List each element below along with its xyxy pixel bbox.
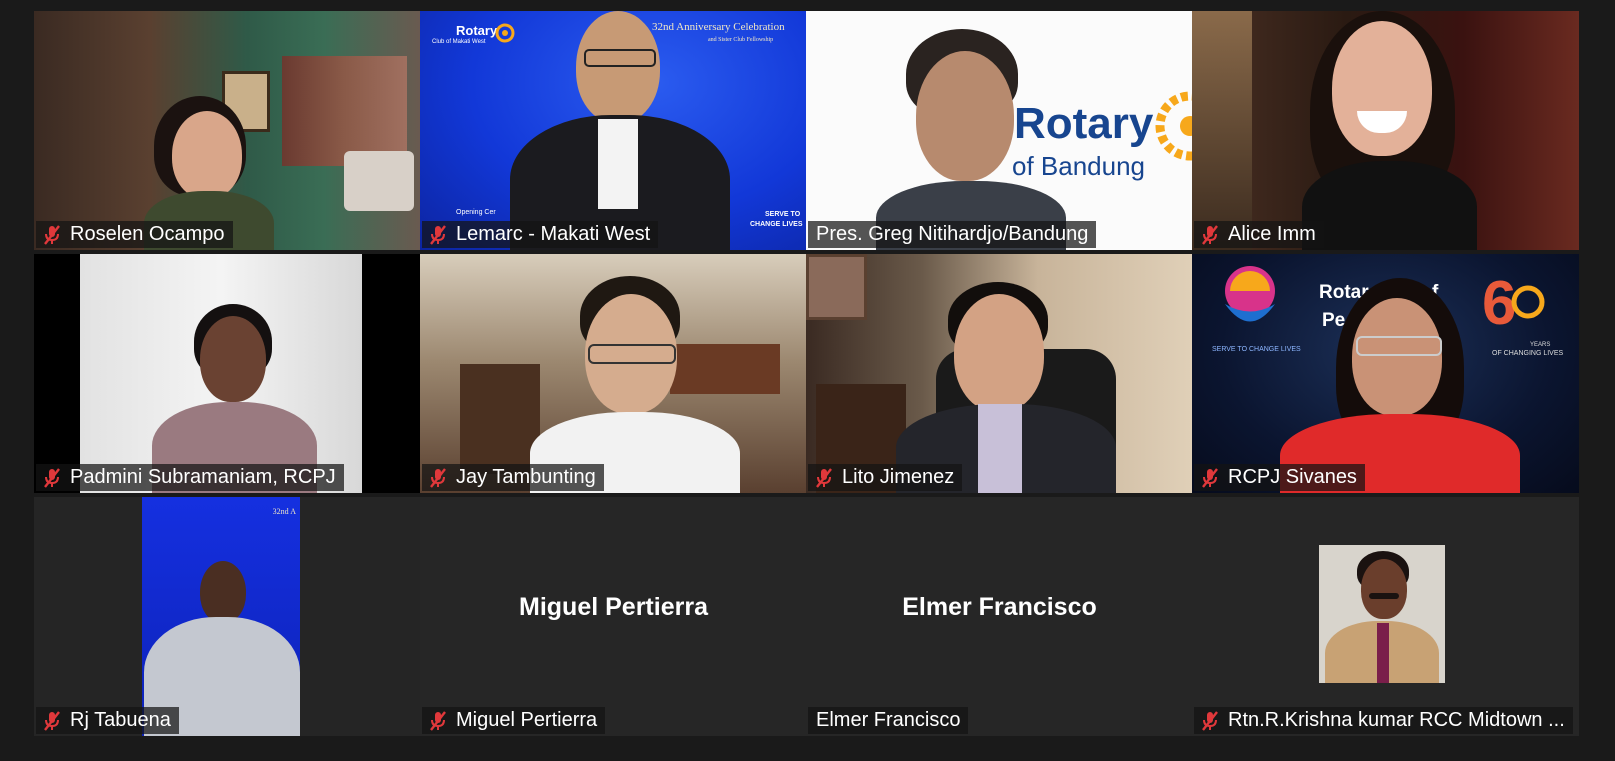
video-tile-elmer-francisco[interactable]: Elmer Francisco Elmer Francisco — [806, 497, 1193, 736]
muted-microphone-icon — [1202, 467, 1218, 488]
anniversary-subtitle: and Sister Club Fellowship — [708, 37, 774, 43]
left-caption-text: SERVE TO CHANGE LIVES — [1212, 346, 1301, 353]
participant-video — [34, 11, 421, 250]
video-tile-alice-imm[interactable]: Alice Imm — [1192, 11, 1579, 250]
participant-name: Elmer Francisco — [816, 709, 961, 731]
participant-nameplate: Jay Tambunting — [422, 464, 604, 491]
muted-microphone-icon — [1202, 224, 1218, 245]
serve-to-change-lives-logo-icon — [1225, 266, 1275, 322]
right-caption-text: YEARS — [1530, 342, 1551, 348]
video-tile-greg-nitihardjo[interactable]: Rotary of Bandung Pres. Greg Nitihardjo/… — [806, 11, 1193, 250]
muted-microphone-icon — [44, 710, 60, 731]
participant-nameplate: Lito Jimenez — [808, 464, 963, 491]
rotary-brand-text: Rotary — [456, 23, 498, 38]
rotary-club-text: Club of Makati West — [432, 39, 486, 45]
participant-name: Padmini Subramaniam, RCPJ — [70, 466, 336, 488]
sixty-years-logo-icon: 6 — [1482, 269, 1545, 338]
video-tile-rcpj-sivanes[interactable]: SERVE TO CHANGE LIVES Rotar f Pe 6 YEARS… — [1192, 254, 1579, 493]
video-tile-roselen-ocampo[interactable]: Roselen Ocampo — [34, 11, 421, 250]
video-tile-miguel-pertierra[interactable]: Miguel Pertierra Miguel Pertierra — [420, 497, 807, 736]
participant-nameplate: Rtn.R.Krishna kumar RCC Midtown ... — [1194, 707, 1573, 734]
participant-nameplate: Padmini Subramaniam, RCPJ — [36, 464, 344, 491]
participant-name: Rj Tabuena — [70, 709, 171, 731]
footer-right-text-2: CHANGE LIVES — [750, 221, 803, 228]
footer-right-text: SERVE TO — [765, 211, 801, 218]
participant-name: Pres. Greg Nitihardjo/Bandung — [816, 223, 1089, 245]
participant-name: Lito Jimenez — [842, 466, 955, 488]
muted-microphone-icon — [816, 467, 832, 488]
rotary-wheel-icon — [1155, 91, 1193, 161]
participant-name: Roselen Ocampo — [70, 223, 225, 245]
participant-nameplate: Miguel Pertierra — [422, 707, 606, 734]
participant-head — [1332, 21, 1432, 156]
camera-off-name: Miguel Pertierra — [519, 593, 708, 621]
video-tile-lemarc-makati-west[interactable]: Rotary Club of Makati West 32nd Annivers… — [420, 11, 807, 250]
profile-picture — [1319, 545, 1445, 683]
participant-head — [1352, 298, 1442, 416]
participant-nameplate: Pres. Greg Nitihardjo/Bandung — [808, 221, 1097, 248]
participant-head — [916, 51, 1014, 181]
participant-name: RCPJ Sivanes — [1228, 466, 1357, 488]
participant-name: Miguel Pertierra — [456, 709, 598, 731]
participant-head — [200, 316, 266, 402]
rotary-club-text: of Bandung — [1012, 151, 1146, 181]
muted-microphone-icon — [430, 224, 446, 245]
right-caption-text-2: OF CHANGING LIVES — [1492, 350, 1564, 357]
participant-video — [420, 254, 807, 493]
participant-video — [806, 254, 1193, 493]
participant-video: 32nd A — [34, 497, 421, 736]
participant-video: Rotary Club of Makati West 32nd Annivers… — [420, 11, 807, 250]
muted-microphone-icon — [430, 710, 446, 731]
video-tile-jay-tambunting[interactable]: Jay Tambunting — [420, 254, 807, 493]
svg-text:6: 6 — [1482, 269, 1516, 338]
muted-microphone-icon — [430, 467, 446, 488]
participant-nameplate: Rj Tabuena — [36, 707, 179, 734]
participant-video — [1192, 11, 1579, 250]
muted-microphone-icon — [44, 224, 60, 245]
participant-name: Rtn.R.Krishna kumar RCC Midtown ... — [1228, 709, 1565, 731]
muted-microphone-icon — [44, 467, 60, 488]
participant-nameplate: Roselen Ocampo — [36, 221, 233, 248]
participant-head — [576, 11, 660, 123]
video-tile-padmini-subramaniam[interactable]: Padmini Subramaniam, RCPJ — [34, 254, 421, 493]
video-tile-rj-tabuena[interactable]: 32nd A Rj Tabuena — [34, 497, 421, 736]
participant-nameplate: RCPJ Sivanes — [1194, 464, 1365, 491]
participant-nameplate: Lemarc - Makati West — [422, 221, 659, 248]
video-tile-lito-jimenez[interactable]: Lito Jimenez — [806, 254, 1193, 493]
rotary-wheel-icon — [495, 23, 515, 43]
muted-microphone-icon — [1202, 710, 1218, 731]
footer-left-text: Opening Cer — [456, 209, 496, 216]
participant-head — [954, 294, 1044, 412]
participant-video: SERVE TO CHANGE LIVES Rotar f Pe 6 YEARS… — [1192, 254, 1579, 493]
participant-name: Jay Tambunting — [456, 466, 596, 488]
participant-video — [34, 254, 421, 493]
participant-name: Lemarc - Makati West — [456, 223, 651, 245]
participant-video: Rotary of Bandung — [806, 11, 1193, 250]
video-tile-krishna-kumar[interactable]: Rtn.R.Krishna kumar RCC Midtown ... — [1192, 497, 1579, 736]
rotary-brand-text: Rotary — [1014, 99, 1154, 148]
participant-nameplate: Elmer Francisco — [808, 707, 969, 734]
participant-head — [200, 561, 246, 623]
anniversary-title: 32nd Anniversary Celebration — [652, 21, 785, 33]
participant-name: Alice Imm — [1228, 223, 1316, 245]
background-corner-text: 32nd A — [272, 507, 296, 516]
participant-nameplate: Alice Imm — [1194, 221, 1324, 248]
camera-off-name: Elmer Francisco — [902, 593, 1097, 621]
